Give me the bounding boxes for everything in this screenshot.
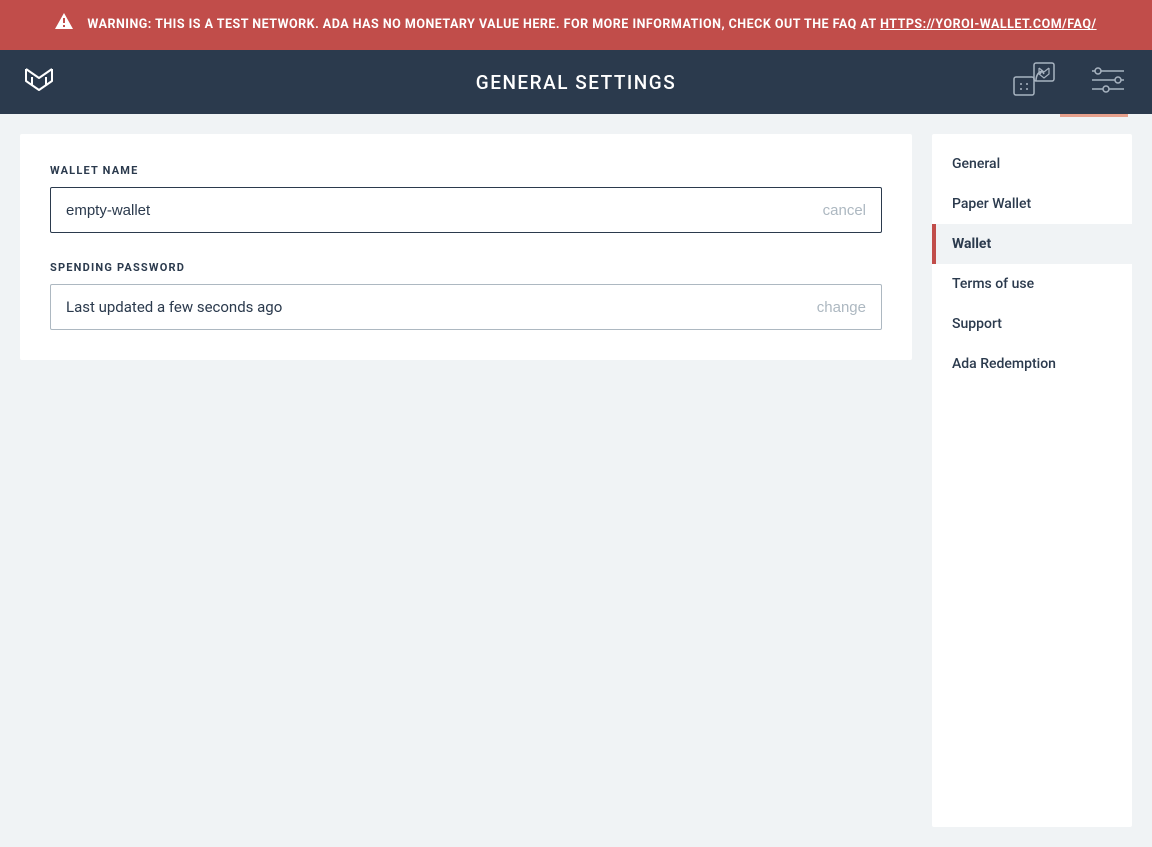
warning-message-text: WARNING: THIS IS A TEST NETWORK. ADA HAS…	[87, 17, 880, 32]
password-updated-status: Last updated a few seconds ago	[66, 298, 817, 316]
app-header: GENERAL SETTINGS	[0, 50, 1152, 114]
warning-triangle-icon	[55, 13, 73, 36]
sidebar-item-wallet[interactable]: Wallet	[932, 224, 1132, 264]
transfer-icon	[1012, 61, 1056, 103]
wallet-name-label: WALLET NAME	[50, 164, 882, 177]
sidebar-item-terms-of-use[interactable]: Terms of use	[932, 264, 1132, 304]
change-password-button[interactable]: change	[817, 299, 866, 316]
wallet-name-input-row: cancel	[50, 187, 882, 233]
test-network-warning-banner: WARNING: THIS IS A TEST NETWORK. ADA HAS…	[0, 0, 1152, 50]
settings-sidebar: General Paper Wallet Wallet Terms of use…	[932, 134, 1132, 827]
daedalus-transfer-button[interactable]	[994, 50, 1074, 114]
sidebar-item-general[interactable]: General	[932, 144, 1132, 184]
sidebar-item-ada-redemption[interactable]: Ada Redemption	[932, 344, 1132, 384]
spending-password-label: SPENDING PASSWORD	[50, 261, 882, 274]
settings-button[interactable]	[1074, 50, 1142, 114]
wallet-settings-panel: WALLET NAME cancel SPENDING PASSWORD Las…	[20, 134, 912, 360]
wallet-name-input[interactable]	[66, 202, 823, 219]
sidebar-item-support[interactable]: Support	[932, 304, 1132, 344]
faq-link[interactable]: HTTPS://YOROI-WALLET.COM/FAQ/	[880, 17, 1097, 32]
cancel-button[interactable]: cancel	[823, 202, 866, 219]
active-tab-indicator	[1060, 114, 1128, 117]
page-title: GENERAL SETTINGS	[476, 71, 676, 94]
yoroi-logo-icon[interactable]	[22, 63, 56, 101]
sidebar-item-paper-wallet[interactable]: Paper Wallet	[932, 184, 1132, 224]
settings-sliders-icon	[1092, 67, 1124, 97]
spending-password-row: Last updated a few seconds ago change	[50, 284, 882, 330]
